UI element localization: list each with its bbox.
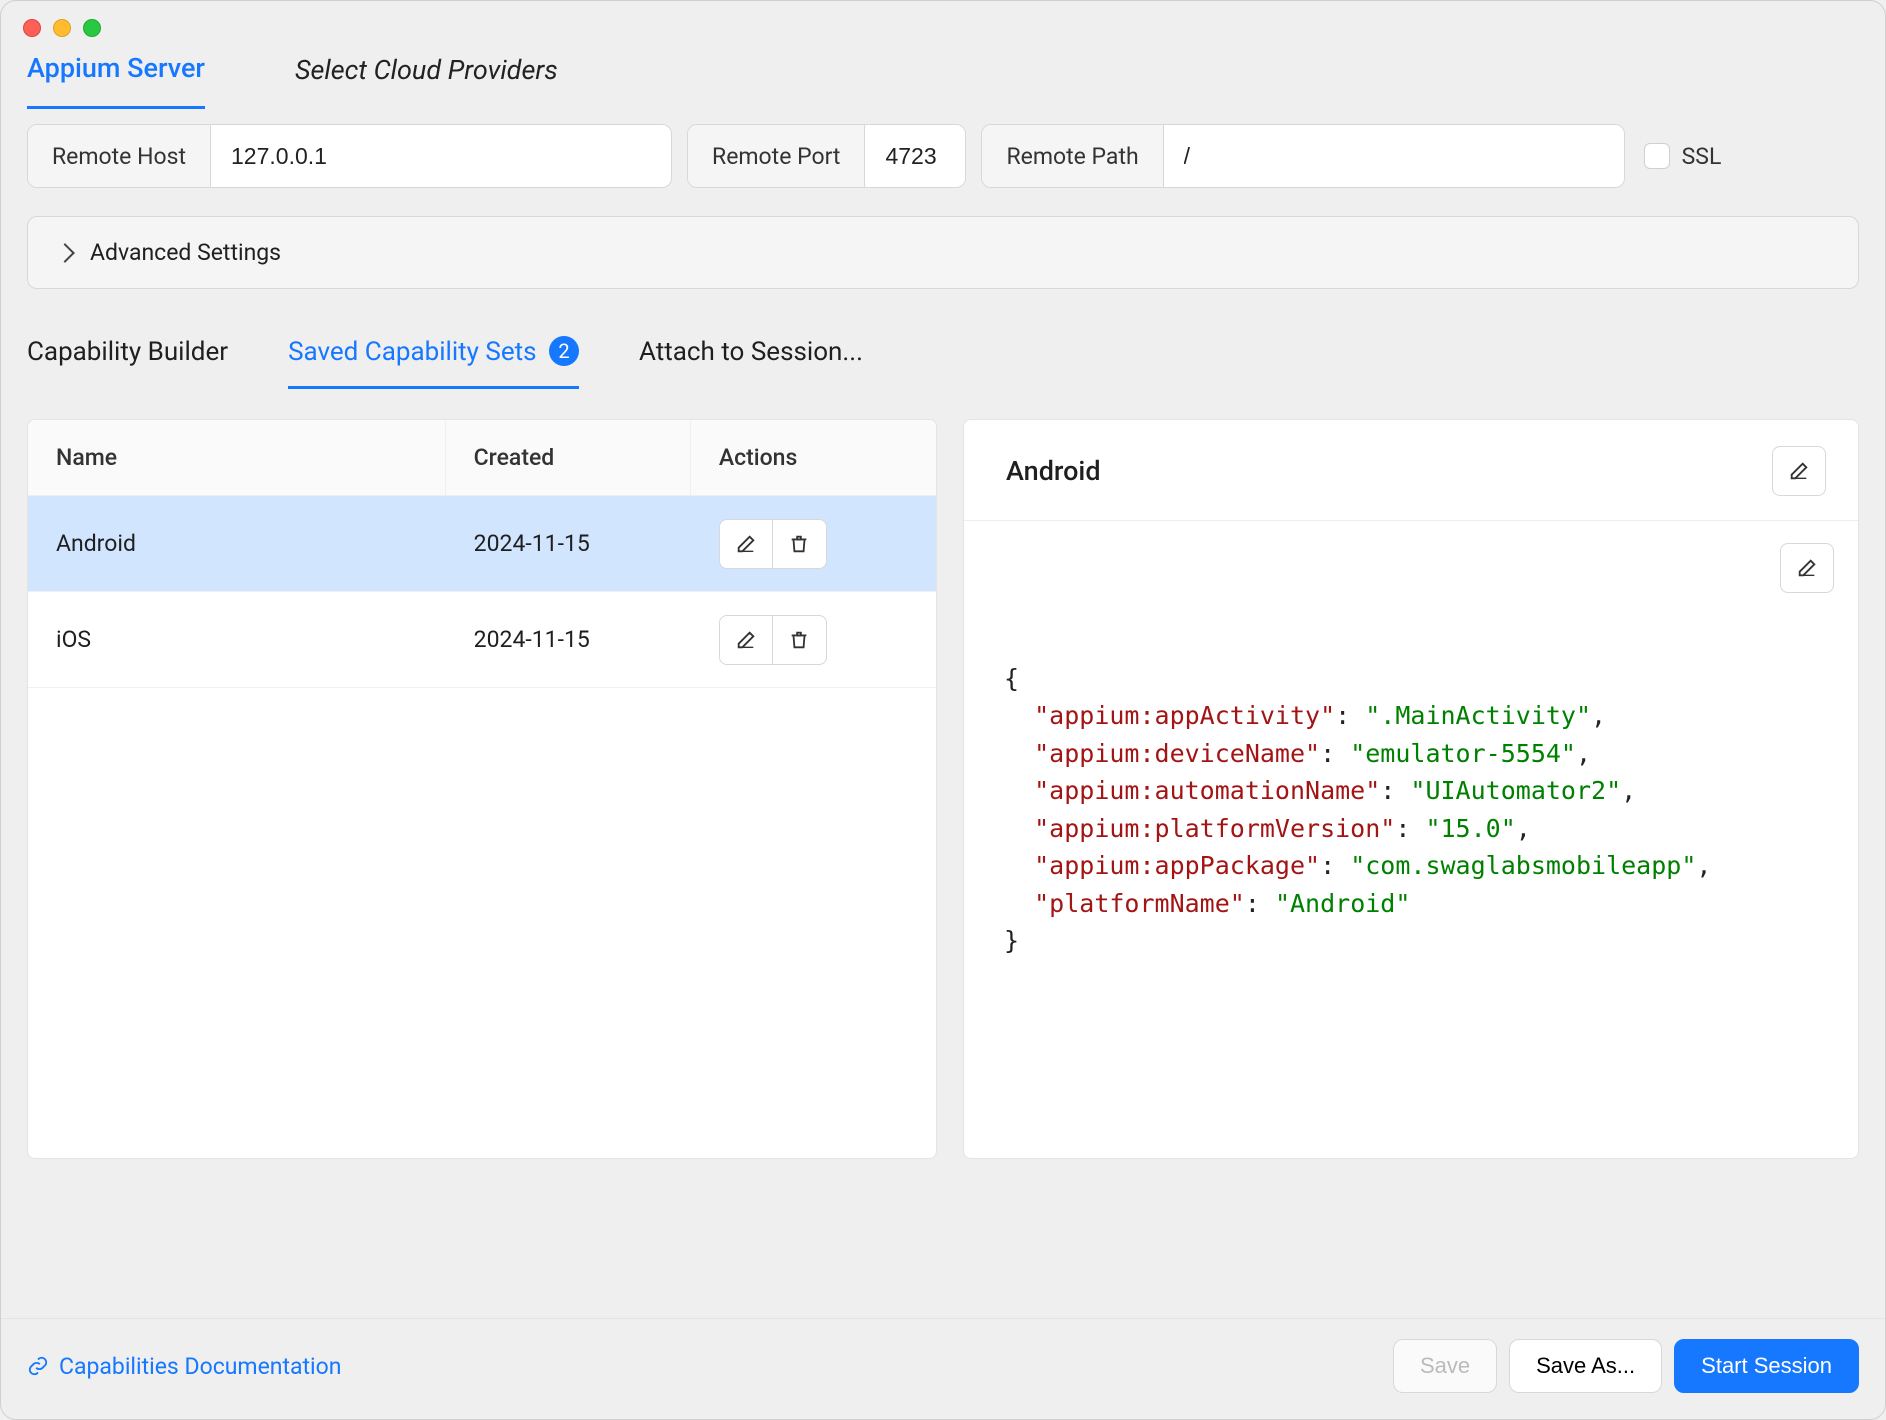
- row-created: 2024-11-15: [446, 626, 691, 653]
- row-created: 2024-11-15: [446, 530, 691, 557]
- minimize-window-button[interactable]: [53, 19, 71, 37]
- remote-path-label: Remote Path: [982, 125, 1163, 187]
- tab-saved-capability-sets[interactable]: Saved Capability Sets 2: [288, 337, 579, 389]
- edit-json-button[interactable]: [1780, 543, 1834, 593]
- table-body: Android2024-11-15iOS2024-11-15: [28, 496, 936, 688]
- tab-attach-to-session[interactable]: Attach to Session...: [639, 337, 863, 389]
- row-actions: [691, 519, 936, 569]
- detail-title: Android: [1006, 455, 1101, 487]
- saved-sets-table: Name Created Actions Android2024-11-15iO…: [27, 419, 937, 1159]
- remote-port-label: Remote Port: [688, 125, 865, 187]
- trash-icon: [788, 629, 810, 651]
- ssl-group: SSL: [1644, 143, 1722, 170]
- tab-appium-server[interactable]: Appium Server: [27, 52, 205, 109]
- trash-icon: [788, 533, 810, 555]
- remote-port-input[interactable]: [865, 125, 965, 187]
- save-as-button[interactable]: Save As...: [1509, 1339, 1662, 1393]
- edit-row-button[interactable]: [719, 615, 773, 665]
- close-window-button[interactable]: [23, 19, 41, 37]
- edit-row-button[interactable]: [719, 519, 773, 569]
- edit-title-button[interactable]: [1772, 446, 1826, 496]
- ssl-label: SSL: [1682, 143, 1722, 170]
- connection-row: Remote Host Remote Port Remote Path SSL: [1, 109, 1885, 188]
- header-actions: Actions: [691, 420, 936, 495]
- pencil-icon: [735, 629, 757, 651]
- table-header: Name Created Actions: [28, 420, 936, 496]
- remote-host-input[interactable]: [211, 125, 671, 187]
- app-window: Appium Server Select Cloud Providers Rem…: [0, 0, 1886, 1420]
- link-icon: [27, 1355, 49, 1377]
- remote-host-group: Remote Host: [27, 124, 672, 188]
- pencil-icon: [735, 533, 757, 555]
- remote-host-label: Remote Host: [28, 125, 211, 187]
- advanced-settings-label: Advanced Settings: [90, 239, 281, 266]
- top-tabs: Appium Server Select Cloud Providers: [1, 37, 1885, 109]
- pencil-icon: [1796, 557, 1818, 579]
- capabilities-doc-link[interactable]: Capabilities Documentation: [27, 1353, 341, 1380]
- detail-body: { "appium:appActivity": ".MainActivity",…: [964, 521, 1858, 1158]
- footer-buttons: Save Save As... Start Session: [1393, 1339, 1859, 1393]
- table-row[interactable]: iOS2024-11-15: [28, 592, 936, 688]
- row-actions: [691, 615, 936, 665]
- content-row: Name Created Actions Android2024-11-15iO…: [1, 389, 1885, 1159]
- remote-path-input[interactable]: [1164, 125, 1624, 187]
- saved-count-badge: 2: [549, 336, 579, 366]
- maximize-window-button[interactable]: [83, 19, 101, 37]
- delete-row-button[interactable]: [773, 615, 827, 665]
- capability-detail-panel: Android { "appium:appActivity": ".MainAc…: [963, 419, 1859, 1159]
- start-session-button[interactable]: Start Session: [1674, 1339, 1859, 1393]
- tab-capability-builder[interactable]: Capability Builder: [27, 337, 228, 389]
- doc-link-label: Capabilities Documentation: [59, 1353, 341, 1380]
- header-created: Created: [446, 420, 691, 495]
- footer: Capabilities Documentation Save Save As.…: [1, 1318, 1885, 1419]
- capability-tabs: Capability Builder Saved Capability Sets…: [1, 289, 1885, 389]
- table-row[interactable]: Android2024-11-15: [28, 496, 936, 592]
- pencil-icon: [1788, 460, 1810, 482]
- ssl-checkbox[interactable]: [1644, 143, 1670, 169]
- row-name: iOS: [28, 626, 446, 653]
- advanced-settings-toggle[interactable]: Advanced Settings: [27, 216, 1859, 289]
- row-name: Android: [28, 530, 446, 557]
- tab-saved-label: Saved Capability Sets: [288, 337, 537, 367]
- detail-header: Android: [964, 420, 1858, 521]
- header-name: Name: [28, 420, 446, 495]
- remote-port-group: Remote Port: [687, 124, 966, 188]
- save-button[interactable]: Save: [1393, 1339, 1497, 1393]
- tab-select-cloud-providers[interactable]: Select Cloud Providers: [295, 54, 558, 108]
- delete-row-button[interactable]: [773, 519, 827, 569]
- json-view: { "appium:appActivity": ".MainActivity",…: [1004, 660, 1818, 960]
- chevron-right-icon: [55, 243, 75, 263]
- remote-path-group: Remote Path: [981, 124, 1624, 188]
- traffic-lights: [1, 1, 1885, 37]
